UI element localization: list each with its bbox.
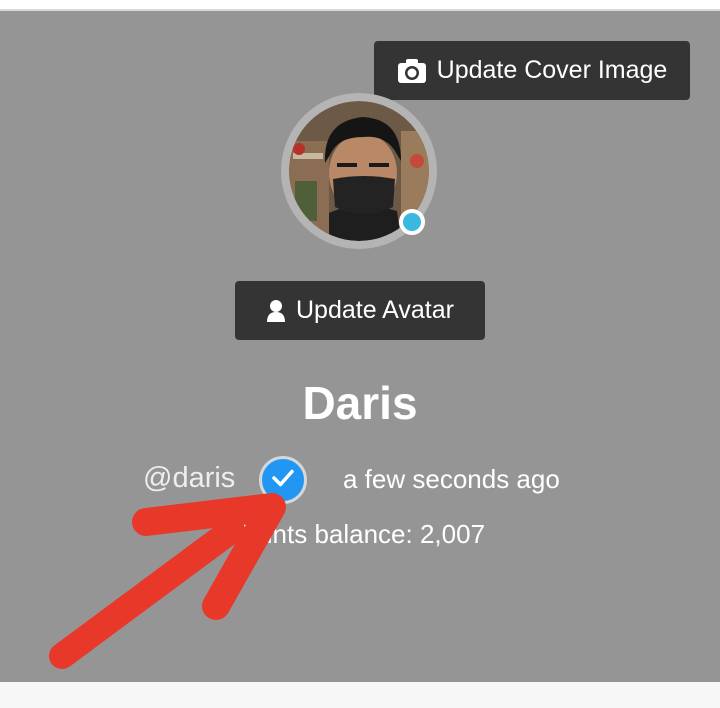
verified-badge xyxy=(259,456,307,504)
camera-icon xyxy=(397,58,427,84)
update-avatar-button[interactable]: Update Avatar xyxy=(235,281,485,340)
last-active-time: a few seconds ago xyxy=(343,464,560,494)
user-icon xyxy=(266,299,286,323)
online-status-dot xyxy=(399,209,425,235)
bottom-strip xyxy=(0,682,720,708)
top-divider xyxy=(0,0,720,11)
points-balance: Points balance: 2,007 xyxy=(234,519,486,549)
check-icon xyxy=(271,468,295,493)
update-cover-image-label: Update Cover Image xyxy=(436,56,668,84)
profile-handle: @daris xyxy=(143,462,236,494)
update-cover-image-button[interactable]: Update Cover Image xyxy=(374,41,690,100)
profile-display-name: Daris xyxy=(302,377,418,429)
update-avatar-label: Update Avatar xyxy=(296,296,454,324)
